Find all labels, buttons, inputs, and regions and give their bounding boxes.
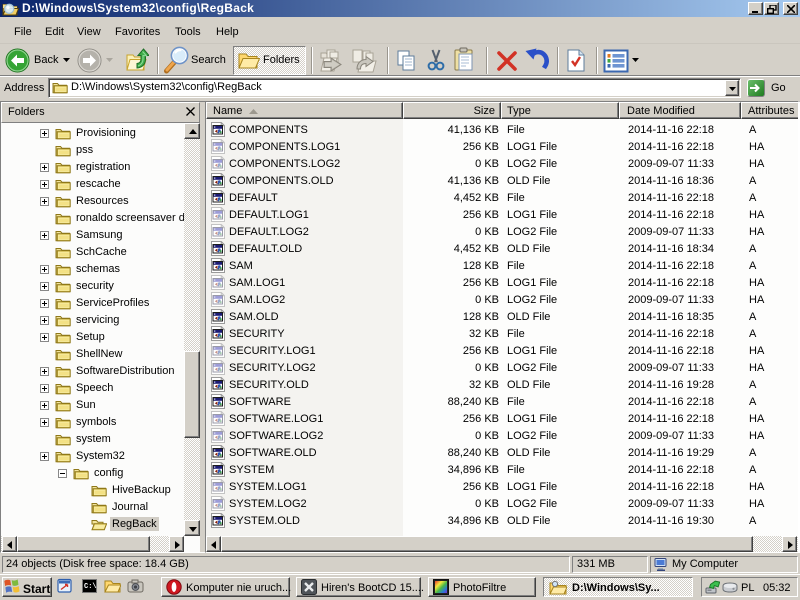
svg-text:C:\: C:\ [84,583,97,591]
